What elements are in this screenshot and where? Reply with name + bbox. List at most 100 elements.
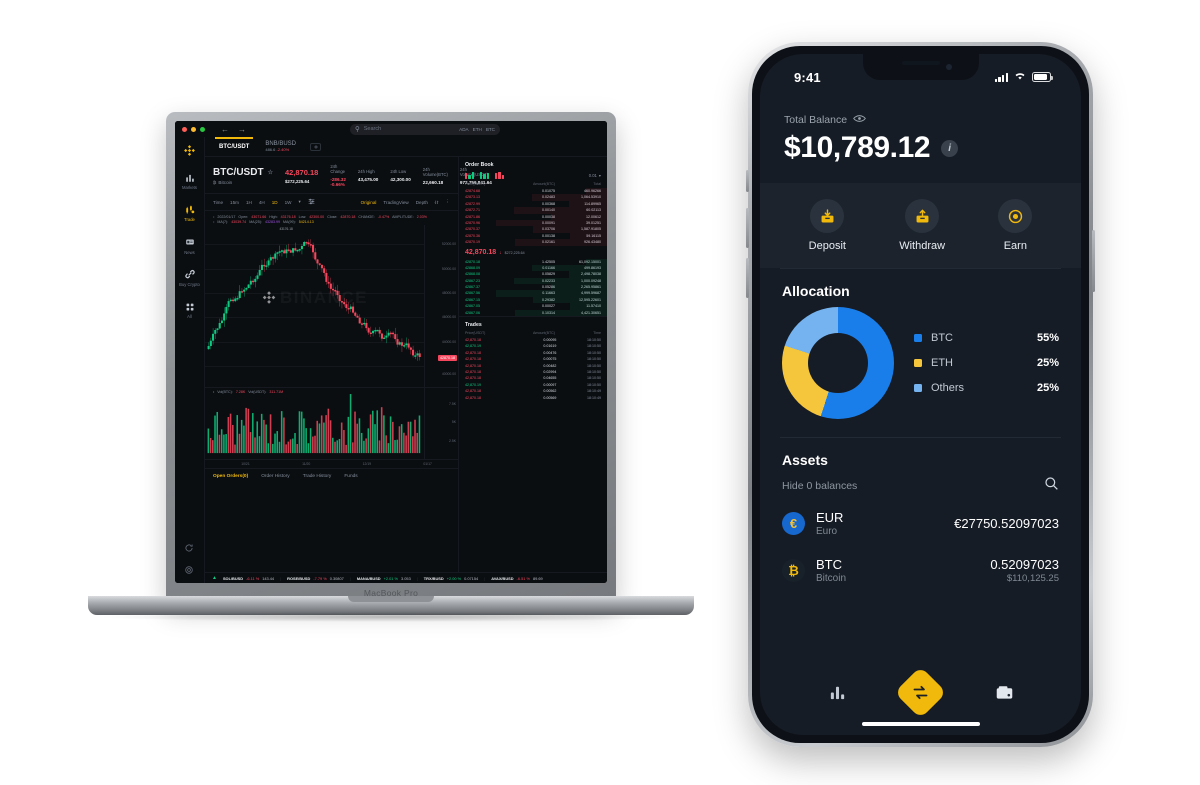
timeframe-15m[interactable]: 15m — [230, 200, 239, 205]
asset-name: Euro — [816, 526, 838, 537]
chevron-down-icon[interactable]: ▾ — [299, 199, 301, 205]
ticker-symbol: SOL/BUSD — [222, 575, 244, 581]
stat-label: 24h Change — [330, 164, 345, 174]
chart-column: BTC/USDT ☆ ₿ Bitcoin 42,870.18 $272,225.… — [205, 157, 492, 572]
withdraw-button[interactable]: Withdraw — [899, 199, 945, 252]
trades-panel: Trades Price(USDT) Amount(BTC) Time 42,8… — [459, 316, 607, 401]
chip-btc[interactable]: BTC — [486, 127, 495, 132]
pair-tab-btc-usdt[interactable]: BTC/USDT — [211, 137, 257, 156]
volume-up-button[interactable] — [746, 208, 749, 248]
ticker-stat-24h-low: 24h Low 42,300.00 — [390, 169, 410, 182]
back-arrow-icon[interactable]: ← — [221, 125, 229, 134]
add-pair-tab-button[interactable] — [310, 142, 322, 151]
pair-tab-price: 486.6 — [265, 147, 276, 152]
tab-chart-icon[interactable] — [824, 680, 850, 706]
search-input[interactable]: ⚲ Search ADA ETH BTC — [350, 123, 500, 135]
ticker-stat-24h-change: 24h Change -286.32 -0.66% — [330, 164, 346, 187]
sidebar-item-label: Markets — [182, 185, 197, 190]
candlestick-series — [207, 239, 421, 361]
window-minimize-button[interactable] — [191, 126, 196, 132]
power-button[interactable] — [1092, 230, 1095, 292]
ma7-value: 43039.74 — [231, 219, 247, 224]
orderbook-both-icon[interactable] — [465, 172, 474, 179]
ohlc-close: 42870.18 — [340, 214, 356, 219]
ob-col-price: Price(USDT) — [465, 182, 486, 186]
orderbook-row[interactable]: 42867.06 0.10314 4,421.30651 — [459, 309, 607, 317]
orderbook-asks-icon[interactable] — [495, 172, 504, 179]
chip-ada[interactable]: ADA — [459, 127, 468, 132]
ticker-pair-block: BTC/USDT ☆ ₿ Bitcoin — [213, 167, 273, 185]
tab-open-orders[interactable]: Open Orders(0) — [213, 474, 248, 479]
info-icon[interactable]: i — [941, 139, 959, 157]
pair-tab-bar: BTC/USDT BNB/BUSD 486.6 -2.40% — [205, 137, 607, 157]
ticker-coin-name: Bitcoin — [218, 179, 233, 185]
timeframe-4h[interactable]: 4H — [259, 200, 265, 205]
timeframe-1w[interactable]: 1W — [285, 200, 292, 205]
chart-menu-icon[interactable]: ⋮ — [445, 199, 450, 205]
window-close-button[interactable] — [182, 126, 187, 132]
timeframe-time[interactable]: Time — [213, 200, 223, 205]
market-ticker-item[interactable]: TRX/BUSD +2.00 % 0.07154 — [424, 576, 478, 581]
market-ticker-item[interactable]: SOL/BUSD -6.11 % 143.44 — [223, 576, 274, 581]
earn-button[interactable]: Earn — [998, 199, 1033, 252]
tab-order-history[interactable]: Order History — [261, 474, 290, 479]
bitcoin-symbol-icon: ₿ — [213, 179, 217, 185]
orderbook-bids-icon[interactable] — [480, 172, 489, 179]
ob-price: 42867.06 — [465, 310, 480, 315]
front-camera — [945, 64, 952, 70]
price-chart[interactable]: BINANCE 43176.18 52000.00 50000.00 48000 — [205, 225, 458, 387]
withdraw-icon — [905, 199, 940, 233]
chart-view-depth[interactable]: Depth — [416, 200, 428, 205]
coin-icon: € — [782, 512, 805, 535]
refresh-icon[interactable] — [184, 540, 195, 552]
sidebar-item-markets[interactable]: Markets — [175, 172, 204, 190]
market-ticker-item[interactable]: ROSE/BUSD -7.79 % 0.30807 — [287, 576, 344, 581]
favorite-star-icon[interactable]: ☆ — [268, 169, 273, 176]
stat-value: 22,660.18 — [422, 179, 444, 185]
orderbook-row[interactable]: 42870.19 0.02161 926.43480 — [459, 239, 607, 246]
tab-funds[interactable]: Funds — [344, 474, 357, 479]
search-placeholder: Search — [363, 126, 382, 132]
sidebar-item-trade[interactable]: Trade — [175, 204, 204, 222]
balance-label-row: Total Balance — [784, 114, 1057, 126]
tab-wallet-icon[interactable] — [991, 680, 1017, 706]
volume-down-button[interactable] — [746, 258, 749, 298]
chart-view-tradingview[interactable]: TradingView — [383, 200, 408, 205]
orderbook-tick-select[interactable]: 0.01 ▾ — [589, 173, 601, 178]
asset-subvalue: $110,125.25 — [1006, 573, 1059, 584]
timeframe-1h[interactable]: 1H — [246, 200, 252, 205]
eye-icon[interactable] — [853, 114, 866, 126]
news-icon — [184, 237, 195, 248]
pair-tab-bnb-busd[interactable]: BNB/BUSD 486.6 -2.40% — [257, 137, 304, 156]
silence-switch[interactable] — [746, 170, 749, 192]
timeframe-1d[interactable]: 1D — [272, 200, 278, 205]
sidebar-item-buy-crypto[interactable]: Buy Crypto — [175, 269, 204, 287]
ticker-stat-24h-high: 24h High 43,475.00 — [358, 169, 378, 182]
market-ticker-item[interactable]: MANA/BUSD +2.01 % 3.053 — [357, 576, 411, 581]
deposit-button[interactable]: Deposit — [809, 199, 846, 252]
binance-logo-icon — [183, 144, 196, 157]
legend-label: BTC — [931, 332, 953, 344]
fullscreen-icon[interactable]: ⥯ — [435, 200, 438, 205]
quick-actions: Deposit Withdraw Earn — [782, 199, 1059, 252]
tab-trade-history[interactable]: Trade History — [303, 474, 332, 479]
candlestick-plot[interactable]: BINANCE 43176.18 — [205, 225, 424, 387]
gear-icon[interactable] — [184, 562, 195, 574]
market-ticker-item[interactable]: AVAX/BUSD -6.51 % 89.69 — [491, 576, 543, 581]
indicator-settings-icon[interactable] — [308, 198, 315, 206]
chart-view-original[interactable]: Original — [361, 200, 377, 205]
forward-arrow-icon[interactable]: → — [238, 125, 246, 134]
laptop-lid: ← → ⚲ Search ADA ETH BTC Markets Trade N… — [166, 112, 616, 602]
volume-pane: • Vol(BTC): 7.28K Vol(USDT): 311.71M 7.5… — [205, 387, 458, 459]
bullet-icon: • — [213, 219, 215, 224]
asset-row[interactable]: € EUR Euro €27750.52097023 — [782, 500, 1059, 547]
tab-swap-icon[interactable] — [894, 666, 947, 719]
hide-balances-toggle[interactable]: Hide 0 balances — [782, 480, 857, 492]
search-icon[interactable] — [1044, 476, 1059, 496]
vol-usdt-label: Vol(USDT): — [248, 390, 267, 394]
sidebar-item-news[interactable]: News — [175, 237, 204, 255]
asset-row[interactable]: ₿ BTC Bitcoin 0.52097023 $110,125.25 — [782, 547, 1059, 594]
window-maximize-button[interactable] — [200, 126, 205, 132]
chip-eth[interactable]: ETH — [473, 127, 482, 132]
sidebar-item-all[interactable]: All — [175, 301, 204, 319]
